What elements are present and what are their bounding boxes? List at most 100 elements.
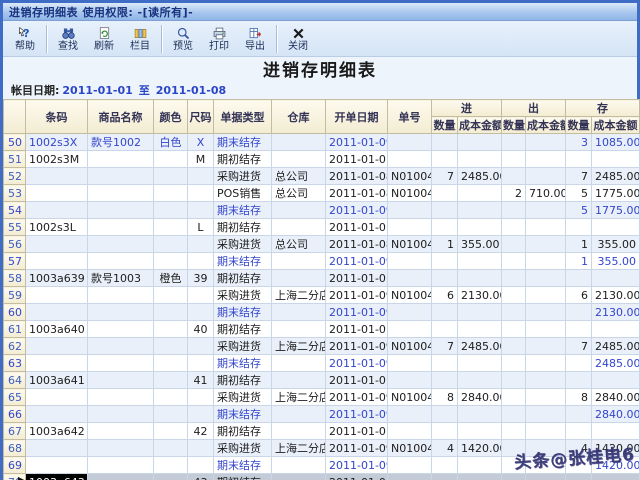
cell-doctype: 采购进货 [213, 337, 272, 355]
row-number[interactable]: 65 [3, 388, 26, 406]
header-stock-amount: 成本金额 [591, 116, 640, 134]
row-number[interactable]: 50 [3, 133, 26, 151]
close-button[interactable]: 关闭 [280, 22, 316, 56]
columns-button[interactable]: 栏目 [122, 22, 158, 56]
cell-warehouse: 上海二分店 [271, 388, 326, 406]
row-number[interactable]: 59 [3, 286, 26, 304]
export-icon [248, 26, 263, 41]
row-number[interactable]: 62 [3, 337, 26, 355]
cell-out-amount [525, 422, 566, 440]
find-button[interactable]: 查找 [50, 22, 86, 56]
cell-in-qty [431, 456, 458, 474]
table-row[interactable]: 55 1002s3L L 期初结存 2011-01-01 [3, 218, 640, 236]
row-number[interactable]: 70▶ [3, 473, 26, 480]
cell-warehouse: 总公司 [271, 235, 326, 253]
refresh-button[interactable]: 刷新 [86, 22, 122, 56]
row-number[interactable]: 63 [3, 354, 26, 372]
table-row[interactable]: 61 1003a640 40 期初结存 2011-01-01 [3, 320, 640, 338]
cell-size [187, 405, 214, 423]
table-row[interactable]: 52采购进货总公司2011-01-08N01004272485.0072485.… [3, 167, 640, 185]
cell-barcode [25, 184, 88, 202]
cell-docno [387, 201, 432, 219]
cell-name [87, 303, 154, 321]
cell-in-qty [431, 320, 458, 338]
table-row[interactable]: 64 1003a641 41 期初结存 2011-01-01 [3, 371, 640, 389]
header-in-qty: 数量 [431, 116, 458, 134]
table-row[interactable]: 51 1002s3M M 期初结存 2011-01-01 [3, 150, 640, 168]
cell-color [153, 150, 188, 168]
row-number[interactable]: 60 [3, 303, 26, 321]
header-group-stock: 存 [565, 99, 640, 117]
row-number[interactable]: 57 [3, 252, 26, 270]
row-number[interactable]: 56 [3, 235, 26, 253]
table-row[interactable]: 56采购进货总公司2011-01-08N0100421355.001355.00 [3, 235, 640, 253]
cell-stock-amount: 1420.00 [591, 439, 640, 457]
row-number[interactable]: 61 [3, 320, 26, 338]
cell-in-qty: 8 [431, 388, 458, 406]
table-row[interactable]: 57 期末结存 2011-01-09 1 355.00 [3, 252, 640, 270]
cell-color [153, 201, 188, 219]
cell-stock-qty [565, 218, 592, 236]
cell-stock-amount: 2485.00 [591, 354, 640, 372]
cell-out-qty [501, 473, 526, 480]
table-row[interactable]: 60 期末结存 2011-01-09 2130.00 [3, 303, 640, 321]
cell-name [87, 473, 154, 480]
cell-out-amount [525, 371, 566, 389]
cell-in-amount: 2840.00 [457, 388, 502, 406]
table-row[interactable]: 50 1002s3X 款号1002 白色 X 期末结存 2011-01-09 3 1085.00 [3, 133, 640, 151]
cell-in-qty [431, 201, 458, 219]
print-button[interactable]: 打印 [201, 22, 237, 56]
cell-docno [387, 320, 432, 338]
row-number[interactable]: 58 [3, 269, 26, 287]
cell-stock-amount [591, 473, 640, 480]
cell-warehouse [271, 473, 326, 480]
row-number[interactable]: 64 [3, 371, 26, 389]
table-row[interactable]: 67 1003a642 42 期初结存 2011-01-01 [3, 422, 640, 440]
date-to: 2011-01-08 [155, 83, 227, 97]
export-button[interactable]: 导出 [237, 22, 273, 56]
table-row[interactable]: 66 期末结存 2011-01-09 2840.00 [3, 405, 640, 423]
table-row[interactable]: 53 POS销售总公司2011-01-08N010046 2710.0051775.… [3, 184, 640, 202]
cell-in-amount [457, 218, 502, 236]
table-row[interactable]: 63 期末结存 2011-01-09 2485.00 [3, 354, 640, 372]
row-number[interactable]: 67 [3, 422, 26, 440]
cell-color [153, 252, 188, 270]
row-number[interactable]: 51 [3, 150, 26, 168]
row-number[interactable]: 55 [3, 218, 26, 236]
cell-stock-qty [565, 269, 592, 287]
cell-name [87, 167, 154, 185]
row-number[interactable]: 54 [3, 201, 26, 219]
table-row[interactable]: 54 期末结存 2011-01-09 5 1775.00 [3, 201, 640, 219]
row-number[interactable]: 52 [3, 167, 26, 185]
header-corner [3, 99, 26, 134]
table-row[interactable]: 59采购进货上海二分店2011-01-09N01004962130.006213… [3, 286, 640, 304]
table-row[interactable]: 69 期末结存 2011-01-09 1420.00 [3, 456, 640, 474]
cell-out-qty [501, 218, 526, 236]
preview-button[interactable]: 预览 [165, 22, 201, 56]
cell-stock-amount: 2840.00 [591, 388, 640, 406]
cell-docno [387, 150, 432, 168]
table-row[interactable]: 58 1003a639 款号1003 橙色 39 期初结存 2011-01-01 [3, 269, 640, 287]
toolbar: ? 帮助 查找 刷新 栏目 预览 打印 导出 关闭 [3, 21, 637, 57]
cell-stock-amount: 355.00 [591, 235, 640, 253]
table-row[interactable]: 68采购进货上海二分店2011-01-09N01004941420.004142… [3, 439, 640, 457]
cell-name [87, 439, 154, 457]
cell-warehouse [271, 303, 326, 321]
cell-stock-qty: 6 [565, 286, 592, 304]
cell-barcode [25, 286, 88, 304]
app-window: 进销存明细表 使用权限: -[读所有]- ? 帮助 查找 刷新 栏目 预览 打印 [0, 0, 640, 480]
row-number[interactable]: 68 [3, 439, 26, 457]
cell-stock-qty [565, 150, 592, 168]
cell-date: 2011-01-09 [325, 286, 388, 304]
cell-date: 2011-01-09 [325, 133, 388, 151]
cell-date: 2011-01-09 [325, 439, 388, 457]
table-row[interactable]: 62采购进货上海二分店2011-01-09N01004972485.007248… [3, 337, 640, 355]
row-number[interactable]: 53 [3, 184, 26, 202]
help-button[interactable]: ? 帮助 [7, 22, 43, 56]
cell-out-qty [501, 133, 526, 151]
row-number[interactable]: 66 [3, 405, 26, 423]
table-row[interactable]: 65采购进货上海二分店2011-01-09N01004982840.008284… [3, 388, 640, 406]
table-row[interactable]: 70▶1003a643 43期初结存 2011-01-01 [3, 473, 640, 480]
cell-in-amount [457, 201, 502, 219]
row-number[interactable]: 69 [3, 456, 26, 474]
